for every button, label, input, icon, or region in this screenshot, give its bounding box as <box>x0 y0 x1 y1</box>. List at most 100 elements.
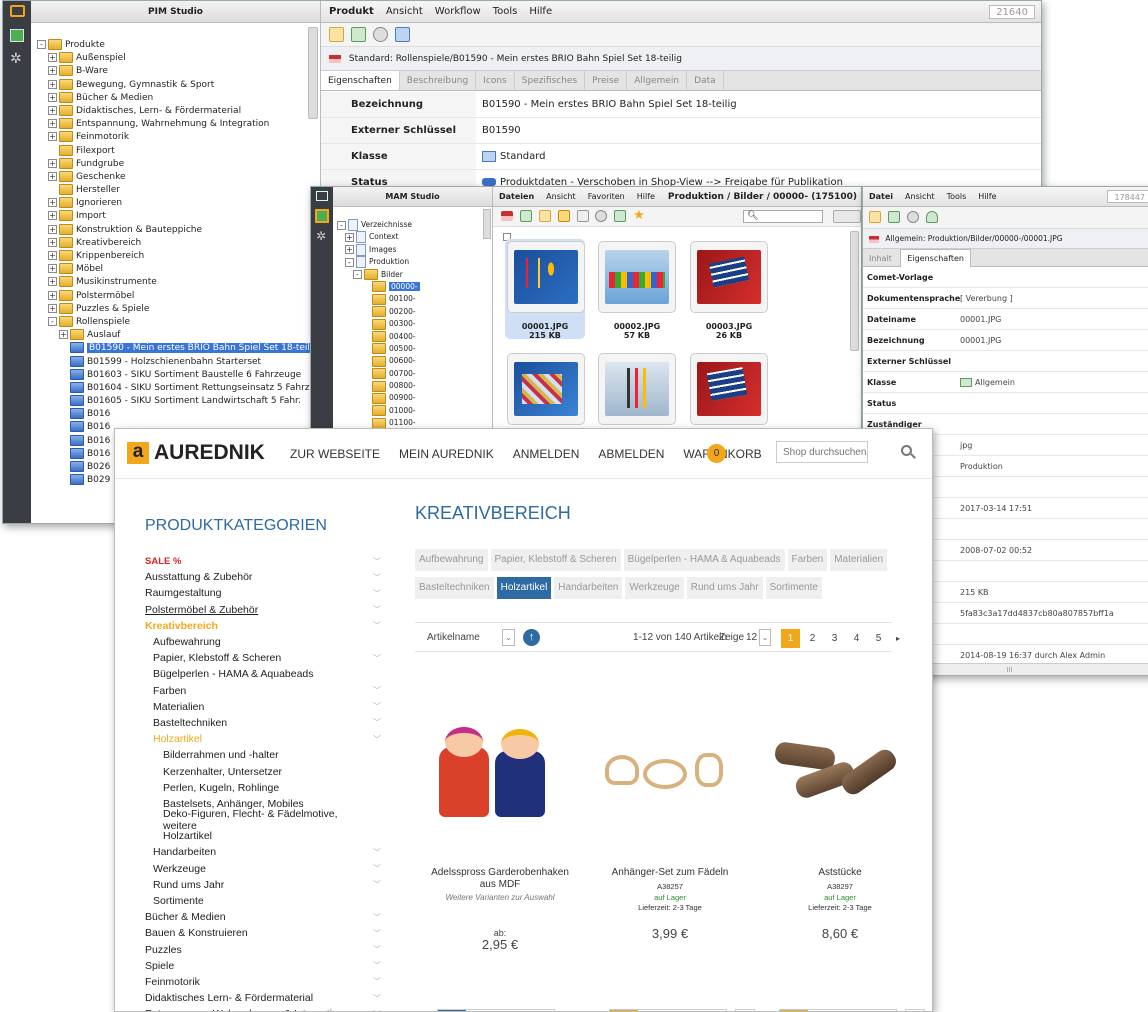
tree-node[interactable]: - Rollenspiele <box>37 315 300 329</box>
collapse-icon[interactable]: - <box>353 270 362 280</box>
sort-dropdown-toggle[interactable]: ⌄ <box>502 629 515 646</box>
category-item[interactable]: Raumgestaltung ﹀ <box>145 585 385 601</box>
cart-count-badge[interactable]: 0 <box>707 444 726 463</box>
subcat-basteltechniken[interactable]: Basteltechniken <box>415 577 494 599</box>
category-item[interactable]: SALE % ﹀ <box>145 553 385 569</box>
category-item[interactable]: Farben ﹀ <box>145 683 385 699</box>
page-4[interactable]: 4 <box>847 629 866 648</box>
tree-node[interactable]: B01599 - Holzschienenbahn Starterset <box>37 355 300 369</box>
per-page-toggle[interactable]: ⌄ <box>759 629 771 646</box>
tree-node[interactable]: + Möbel <box>37 263 300 276</box>
tree-node[interactable]: 00600- <box>337 355 480 367</box>
refresh-icon[interactable] <box>350 27 366 42</box>
tab-icons[interactable]: Icons <box>476 71 515 90</box>
expand-icon[interactable]: + <box>48 158 57 168</box>
tree-node[interactable]: + Krippenbereich <box>37 250 300 263</box>
tree-node[interactable]: + Ignorieren <box>37 197 300 210</box>
star-icon[interactable]: ★ <box>633 209 645 222</box>
category-item[interactable]: Deko-Figuren, Flecht- & Fädelmotive, wei… <box>145 808 385 832</box>
category-item[interactable]: Didaktisches Lern- & Fördermaterial ﹀ <box>145 990 385 1006</box>
tab-eigenschaften[interactable]: Eigenschaften <box>900 249 972 267</box>
mam-home-icon[interactable] <box>316 191 328 201</box>
tree-node[interactable]: - Produkte <box>37 39 300 52</box>
category-item[interactable]: Materialien ﹀ <box>145 699 385 715</box>
next-page-icon[interactable]: ▸ <box>891 629 905 648</box>
tab-spezifisches[interactable]: Spezifisches <box>515 71 586 90</box>
chevron-down-icon[interactable]: ﹀ <box>373 685 381 696</box>
new-icon[interactable] <box>869 211 881 223</box>
category-item[interactable]: Bücher & Medien ﹀ <box>145 909 385 925</box>
collapse-icon[interactable]: - <box>337 220 346 230</box>
tree-node[interactable]: 00900- <box>337 392 480 404</box>
expand-icon[interactable]: + <box>48 264 57 274</box>
expand-icon[interactable]: + <box>48 211 57 221</box>
expand-icon[interactable]: + <box>48 119 57 129</box>
tree-node[interactable]: + Musikinstrumente <box>37 276 300 289</box>
category-item[interactable]: Bügelperlen - HAMA & Aquabeads﹀ <box>145 666 385 682</box>
tree-node[interactable]: 00400- <box>337 331 480 343</box>
sort-direction-icon[interactable]: ↑ <box>523 629 540 646</box>
category-item[interactable]: Aufbewahrung﹀ <box>145 634 385 650</box>
menu-dateien[interactable]: Dateien <box>499 192 534 201</box>
category-item[interactable]: Spiele ﹀ <box>145 958 385 974</box>
subcat-sortimente[interactable]: Sortimente <box>765 577 822 599</box>
thumb-image-1[interactable] <box>507 241 585 313</box>
chevron-down-icon[interactable]: ﹀ <box>373 653 381 664</box>
subcat-holzartikel[interactable]: Holzartikel <box>496 577 552 599</box>
nav-mein-aurednik[interactable]: MEIN AUREDNIK <box>399 447 494 461</box>
menu-tools[interactable]: Tools <box>493 6 518 17</box>
expand-icon[interactable]: + <box>59 330 68 340</box>
refresh-icon[interactable] <box>887 211 900 223</box>
chevron-down-icon[interactable]: ﹀ <box>373 960 381 971</box>
chevron-down-icon[interactable]: ﹀ <box>373 879 381 890</box>
category-item[interactable]: Kerzenhalter, Untersetzer﹀ <box>145 763 385 779</box>
tree-node[interactable]: 00200- <box>337 306 480 318</box>
settings-icon[interactable] <box>906 211 919 223</box>
expand-icon[interactable]: + <box>48 237 57 247</box>
category-item[interactable]: Bilderrahmen und -halter﹀ <box>145 747 385 763</box>
new-icon[interactable] <box>519 210 532 222</box>
expand-icon[interactable]: + <box>345 232 354 242</box>
tree-node[interactable]: + Außenspiel <box>37 52 300 65</box>
tree-node[interactable]: + Auslauf <box>37 329 300 342</box>
subcat-rund-ums-jahr[interactable]: Rund ums Jahr <box>686 577 763 599</box>
nav-zur-webseite[interactable]: ZUR WEBSEITE <box>290 447 380 461</box>
mam-layout-icon[interactable] <box>315 209 329 223</box>
expand-icon[interactable]: + <box>48 132 57 142</box>
tree-node[interactable]: + Konstruktion & Bauteppiche <box>37 223 300 237</box>
menu-produkt[interactable]: Produkt <box>329 6 374 17</box>
product-image-1[interactable] <box>431 717 561 827</box>
expand-icon[interactable]: + <box>48 53 57 63</box>
menu-datei[interactable]: Datei <box>869 192 893 201</box>
export-icon[interactable] <box>614 210 627 222</box>
subcat-handarbeiten[interactable]: Handarbeiten <box>554 577 623 599</box>
mam-settings-icon[interactable]: ✲ <box>316 229 326 243</box>
new-icon[interactable] <box>329 27 344 42</box>
chevron-down-icon[interactable]: ﹀ <box>373 847 381 858</box>
tree-node[interactable]: + Feinmotorik <box>37 131 300 144</box>
category-item[interactable]: Puzzles ﹀ <box>145 942 385 958</box>
expand-icon[interactable]: + <box>48 79 57 89</box>
tree-node[interactable]: + Bücher & Medien <box>37 91 300 105</box>
menu-hilfe[interactable]: Hilfe <box>529 6 552 17</box>
person-icon[interactable] <box>925 211 938 223</box>
menu-tools[interactable]: Tools <box>947 192 967 201</box>
tree-node[interactable]: + Images <box>337 243 480 256</box>
product-name[interactable]: Aststücke <box>755 867 925 879</box>
menu-ansicht[interactable]: Ansicht <box>386 6 423 17</box>
collapse-icon[interactable]: - <box>48 316 57 326</box>
pim-layout-icon[interactable] <box>10 29 24 42</box>
expand-icon[interactable]: + <box>48 171 57 181</box>
chevron-down-icon[interactable]: ﹀ <box>373 604 381 615</box>
category-item[interactable]: Feinmotorik ﹀ <box>145 974 385 990</box>
tab-allgemein[interactable]: Allgemein <box>627 71 688 90</box>
category-item[interactable]: Basteltechniken ﹀ <box>145 715 385 731</box>
category-item[interactable]: Bauen & Konstruieren ﹀ <box>145 925 385 941</box>
upload-icon[interactable] <box>538 210 551 222</box>
sort-select[interactable]: Artikelname <box>427 632 480 643</box>
collapse-icon[interactable]: - <box>345 257 354 267</box>
pim-tree-scrollbar[interactable] <box>308 27 318 119</box>
page-2[interactable]: 2 <box>803 629 822 648</box>
chevron-down-icon[interactable]: ﹀ <box>373 588 381 599</box>
expand-icon[interactable]: + <box>48 290 57 300</box>
